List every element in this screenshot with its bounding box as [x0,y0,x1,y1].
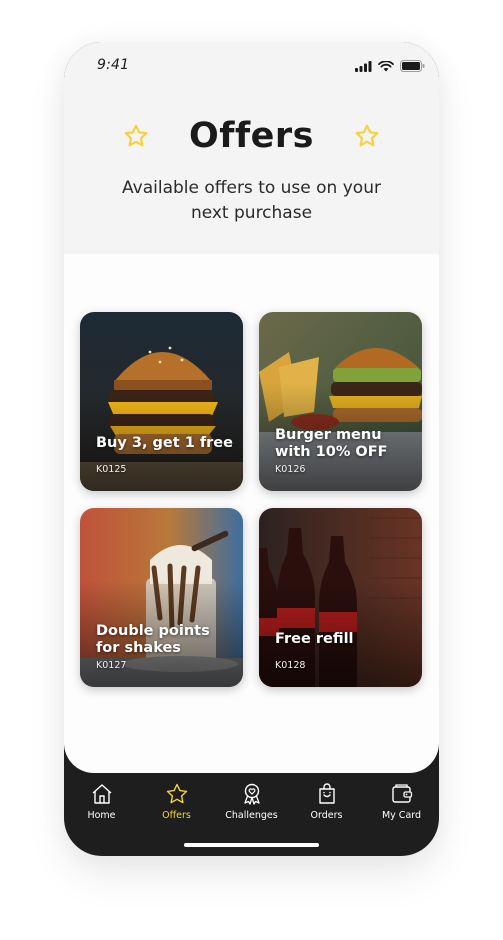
wallet-icon [391,784,412,803]
home-indicator[interactable] [184,843,319,847]
offer-code: K0127 [96,660,127,671]
tab-label: Orders [310,810,343,821]
signal-icon [355,60,372,72]
bag-icon [318,783,335,804]
screen: 9:41 Offers Available offers to use on y… [64,42,439,773]
offer-card[interactable]: Free refill K0128 [259,508,422,687]
star-icon [124,124,148,147]
tab-label: Offers [162,810,191,821]
tab-orders[interactable]: Orders [289,782,364,832]
offer-title: Buy 3, get 1 free [96,435,233,451]
tab-label: Home [87,810,116,821]
offer-card[interactable]: Buy 3, get 1 free K0125 [80,312,243,491]
offer-card[interactable]: Burger menu with 10% OFF K0126 [259,312,422,491]
wifi-icon [378,60,394,71]
phone-frame: 9:41 Offers Available offers to use on y… [64,42,439,856]
house-icon [92,784,111,804]
tab-home[interactable]: Home [64,782,139,832]
star-icon [355,124,379,147]
battery-icon [400,60,425,72]
offer-title: Free refill [275,631,354,647]
page-title: Offers [188,116,315,156]
title-row: Offers [64,116,439,156]
tab-bar: Home Offers Challenges Orders My Card [64,782,439,832]
page-subtitle: Available offers to use on your next pur… [122,178,381,223]
tab-offers[interactable]: Offers [139,782,214,832]
tab-my-card[interactable]: My Card [364,782,439,832]
offer-code: K0126 [275,464,306,475]
header: 9:41 Offers Available offers to use on y… [64,42,439,254]
offer-code: K0128 [275,660,306,671]
offer-title: Burger menu with 10% OFF [275,427,388,460]
offer-card[interactable]: Double points for shakes K0127 [80,508,243,687]
badge-icon [243,783,260,805]
tab-label: Challenges [225,810,278,821]
offer-code: K0125 [96,464,127,475]
status-icons [355,60,425,72]
star-icon [166,783,187,804]
status-time: 9:41 [97,57,130,73]
tab-label: My Card [381,810,422,821]
offer-title: Double points for shakes [96,623,210,656]
tab-challenges[interactable]: Challenges [214,782,289,832]
